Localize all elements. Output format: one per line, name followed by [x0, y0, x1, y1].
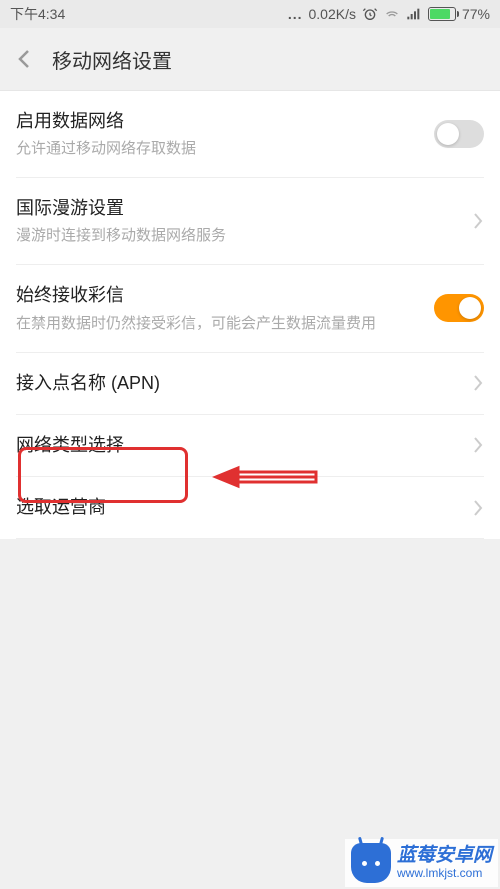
- item-title: 启用数据网络: [16, 109, 434, 134]
- toggle-enable-data[interactable]: [434, 120, 484, 148]
- watermark: 蓝莓安卓网 www.lmkjst.com: [345, 839, 498, 887]
- item-enable-data[interactable]: 启用数据网络 允许通过移动网络存取数据: [0, 91, 500, 177]
- item-carrier[interactable]: 选取运营商: [0, 477, 500, 538]
- wifi-icon: [384, 6, 400, 22]
- watermark-logo-icon: [351, 843, 391, 883]
- toggle-mms[interactable]: [434, 294, 484, 322]
- battery-pct: 77%: [462, 6, 490, 22]
- watermark-title: 蓝莓安卓网: [397, 846, 492, 867]
- item-title: 国际漫游设置: [16, 196, 472, 221]
- item-title: 始终接收彩信: [16, 283, 434, 308]
- item-title: 选取运营商: [16, 495, 472, 520]
- back-icon[interactable]: [16, 47, 32, 71]
- more-icon: ...: [288, 6, 303, 22]
- battery-icon: [428, 7, 456, 21]
- item-title: 网络类型选择: [16, 433, 472, 458]
- chevron-right-icon: [472, 211, 484, 231]
- chevron-right-icon: [472, 498, 484, 518]
- network-speed: 0.02K/s: [308, 6, 355, 22]
- item-title: 接入点名称 (APN): [16, 371, 472, 396]
- item-network-type[interactable]: 网络类型选择: [0, 415, 500, 476]
- settings-list: 启用数据网络 允许通过移动网络存取数据 国际漫游设置 漫游时连接到移动数据网络服…: [0, 90, 500, 539]
- header: 移动网络设置: [0, 28, 500, 90]
- status-bar: 下午4:34 ... 0.02K/s 77%: [0, 0, 500, 28]
- watermark-url: www.lmkjst.com: [397, 867, 492, 880]
- item-apn[interactable]: 接入点名称 (APN): [0, 353, 500, 414]
- status-time: 下午4:34: [10, 4, 65, 24]
- signal-icon: [406, 6, 422, 22]
- item-sub: 允许通过移动网络存取数据: [16, 138, 396, 159]
- item-mms[interactable]: 始终接收彩信 在禁用数据时仍然接受彩信，可能会产生数据流量费用: [0, 265, 500, 351]
- item-roaming[interactable]: 国际漫游设置 漫游时连接到移动数据网络服务: [0, 178, 500, 264]
- alarm-icon: [362, 6, 378, 22]
- page-title: 移动网络设置: [52, 45, 172, 74]
- chevron-right-icon: [472, 373, 484, 393]
- chevron-right-icon: [472, 435, 484, 455]
- item-sub: 漫游时连接到移动数据网络服务: [16, 225, 396, 246]
- item-sub: 在禁用数据时仍然接受彩信，可能会产生数据流量费用: [16, 313, 396, 334]
